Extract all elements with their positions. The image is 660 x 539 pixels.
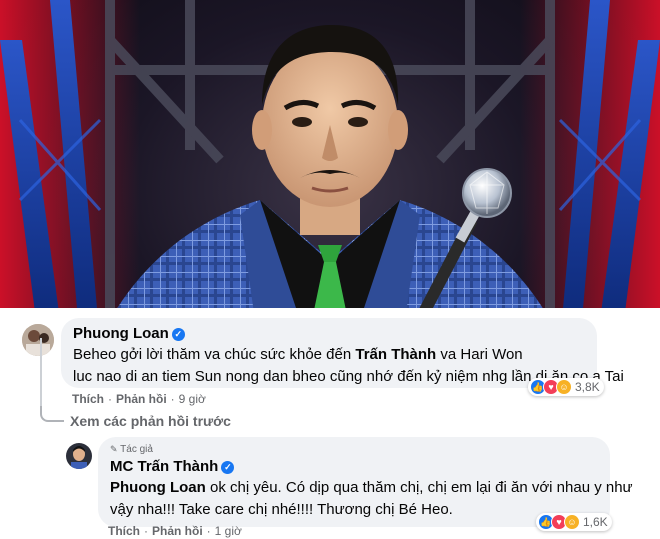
reply-text: Phuong Loan ok chị yêu. Có dịp qua thăm …: [110, 477, 633, 521]
view-previous-replies-link[interactable]: Xem các phản hồi trước: [70, 413, 231, 429]
reply-arrow-icon: [40, 406, 64, 422]
like-button[interactable]: Thích: [108, 524, 140, 538]
reaction-count: 1,6K: [583, 515, 608, 529]
avatar-phuong-loan[interactable]: [22, 324, 54, 356]
comments-panel: Phuong Loan ✓ Beheo gởi lời thăm va chúc …: [0, 308, 660, 539]
comment-bubble: Phuong Loan ✓ Beheo gởi lời thăm va chúc …: [61, 318, 624, 388]
reaction-summary[interactable]: 👍 ♥ ☺ 3,8K: [528, 378, 604, 396]
avatar-mc-tran-thanh[interactable]: [66, 443, 92, 469]
comment-text-segment: Beheo gởi lời thăm va chúc sức khỏe đến: [73, 346, 356, 363]
pencil-icon: ✎: [110, 444, 118, 454]
tagged-name[interactable]: Trấn Thành: [355, 346, 436, 363]
verified-badge-icon: ✓: [221, 461, 235, 474]
thread-line: [40, 338, 42, 408]
comment-author[interactable]: MC Trấn Thành: [110, 458, 218, 475]
mention-link[interactable]: Phuong Loan: [110, 479, 206, 496]
reply-text-segment: vậy nha!!! Take care chị nhé!!!! Thương …: [110, 501, 453, 518]
comment-author[interactable]: Phuong Loan: [73, 325, 169, 342]
care-reaction-icon: ☺: [556, 379, 572, 395]
reply-text-segment: ok chị yêu. Có dịp qua thăm chị, chị em …: [205, 479, 633, 496]
reply-actions: Thích · Phản hồi · 1 giờ: [108, 524, 242, 538]
comment-text: Beheo gởi lời thăm va chúc sức khỏe đến …: [73, 344, 624, 388]
reply-bubble: ✎ Tác giả MC Trấn Thành ✓ Phuong Loan ok …: [98, 437, 633, 527]
comment-time: 9 giờ: [178, 392, 206, 406]
avatar-image: [66, 443, 92, 469]
reaction-count: 3,8K: [575, 380, 600, 394]
comment-text-segment: va Hari Won: [436, 346, 523, 363]
reply-button[interactable]: Phản hồi: [152, 524, 203, 538]
verified-badge-icon: ✓: [171, 328, 185, 341]
care-reaction-icon: ☺: [564, 514, 580, 530]
comment-actions: Thích · Phản hồi · 9 giờ: [72, 392, 206, 406]
avatar-image: [22, 324, 54, 356]
like-button[interactable]: Thích: [72, 392, 104, 406]
comment-time: 1 giờ: [214, 524, 242, 538]
reaction-summary[interactable]: 👍 ♥ ☺ 1,6K: [536, 513, 612, 531]
reply-button[interactable]: Phản hồi: [116, 392, 167, 406]
author-badge: Tác giả: [120, 444, 153, 455]
